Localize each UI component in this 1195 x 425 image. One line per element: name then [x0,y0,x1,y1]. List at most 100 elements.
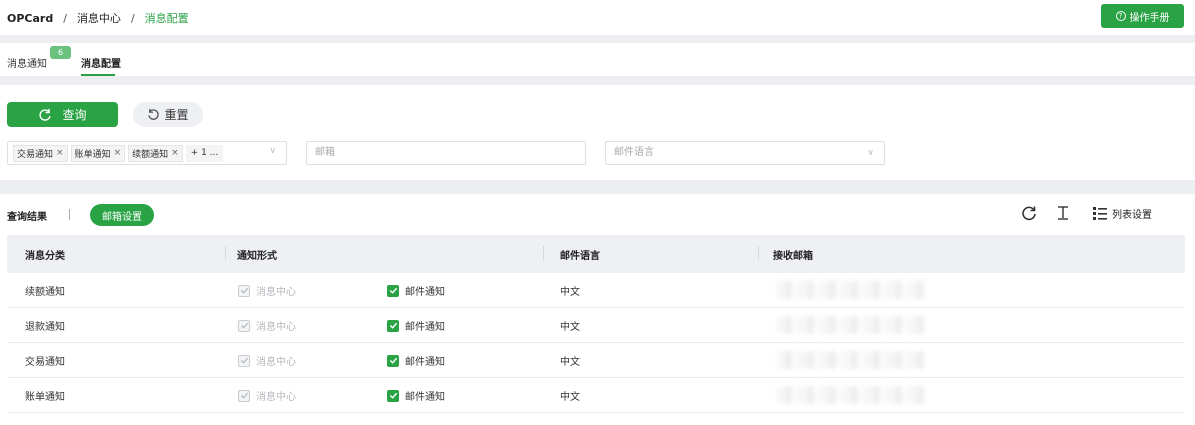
category-cell: 交易通知 [25,357,65,368]
category-tag: 续额通知 × [128,144,183,162]
breadcrumb: OPCard / 消息中心 / 消息配置 [7,10,189,26]
breadcrumb-message-center[interactable]: 消息中心 [77,10,121,26]
checkbox-label: 邮件通知 [405,322,445,333]
column-divider [758,246,759,260]
checkbox-label: 消息中心 [256,392,296,403]
checkbox-checked[interactable] [387,284,399,297]
row-height-icon[interactable] [1056,205,1070,221]
language-cell: 中文 [560,392,580,403]
result-title: 查询结果 [7,212,47,223]
query-button-label: 查询 [62,108,87,122]
checkbox-disabled [238,354,250,367]
table-row: 续额通知 消息中心 邮件通知 中文 [7,273,1185,308]
chevron-down-icon: ∨ [269,146,276,156]
config-table: 消息分类 通知形式 邮件语言 接收邮箱 续额通知 消息中心 邮件通知 中文 退款… [7,235,1185,413]
table-row: 交易通知 消息中心 邮件通知 中文 [7,343,1185,378]
tag-label: 续额通知 [132,149,169,160]
category-cell: 账单通知 [25,392,65,403]
checkbox-label: 邮件通知 [405,287,445,298]
reset-button[interactable]: 重置 [133,102,203,127]
category-multiselect[interactable]: 交易通知 × 账单通知 × 续额通知 × + 1 ... ∨ [7,141,287,165]
column-divider [543,246,544,260]
email-notify-checkbox[interactable]: 邮件通知 [387,318,445,333]
check-icon [389,392,397,399]
tab-bar: 消息通知 6 消息配置 [0,43,1195,76]
check-icon [240,357,248,364]
email-settings-button[interactable]: 邮箱设置 [90,204,154,226]
tab-message-config[interactable]: 消息配置 [81,55,121,70]
list-icon [1093,207,1107,220]
table-row: 退款通知 消息中心 邮件通知 中文 [7,308,1185,343]
language-cell: 中文 [560,322,580,333]
active-tab-indicator [81,74,115,76]
unread-count-badge: 6 [50,46,71,59]
column-settings-button[interactable]: 列表设置 [1092,206,1152,221]
redacted-email [777,351,927,369]
divider [69,209,70,220]
redacted-email [777,386,927,404]
category-cell: 续额通知 [25,287,65,298]
close-icon[interactable]: × [56,148,64,158]
category-tag: 交易通知 × [13,144,68,162]
check-icon [389,357,397,364]
column-header: 消息分类 [25,251,65,262]
breadcrumb-root[interactable]: OPCard [7,12,53,25]
tag-label: 交易通知 [17,149,54,160]
reset-icon [148,108,160,120]
checkbox-checked[interactable] [387,389,399,402]
language-cell: 中文 [560,357,580,368]
column-settings-label: 列表设置 [1112,210,1152,221]
checkbox-label: 消息中心 [256,287,296,298]
language-select[interactable]: 邮件语言 ∨ [605,141,885,165]
breadcrumb-separator: / [63,11,67,25]
query-button[interactable]: 查询 [7,102,118,127]
message-center-checkbox: 消息中心 [238,318,296,333]
check-icon [240,287,248,294]
manual-button-label: 操作手册 [1129,12,1170,24]
check-icon [240,392,248,399]
tab-message-notify[interactable]: 消息通知 [7,55,47,70]
checkbox-checked[interactable] [387,354,399,367]
column-divider [225,246,226,260]
category-tag: 账单通知 × [70,144,126,162]
table-header: 消息分类 通知形式 邮件语言 接收邮箱 [7,235,1185,273]
refresh-icon[interactable] [1021,205,1037,221]
message-center-checkbox: 消息中心 [238,353,296,368]
breadcrumb-current: 消息配置 [144,12,189,25]
redacted-email [777,316,927,334]
checkbox-disabled [238,284,250,297]
checkbox-disabled [238,389,250,402]
category-cell: 退款通知 [25,322,65,333]
check-icon [389,287,397,294]
message-center-checkbox: 消息中心 [238,283,296,298]
filter-panel: 查询 重置 交易通知 × 账单通知 × 续额通知 × + 1 ... ∨ 邮箱 邮件语… [0,85,1195,180]
message-center-checkbox: 消息中心 [238,388,296,403]
checkbox-label: 邮件通知 [405,357,445,368]
close-icon[interactable]: × [171,148,179,158]
more-tags-indicator[interactable]: + 1 ... [185,144,224,162]
top-header: OPCard / 消息中心 / 消息配置 ? 操作手册 [0,0,1195,35]
chevron-down-icon: ∨ [867,148,874,158]
manual-button[interactable]: ? 操作手册 [1101,4,1184,28]
checkbox-label: 消息中心 [256,322,296,333]
email-notify-checkbox[interactable]: 邮件通知 [387,353,445,368]
column-header: 通知形式 [237,251,277,262]
check-icon [389,322,397,329]
tag-label: 账单通知 [74,149,111,160]
checkbox-checked[interactable] [387,319,399,332]
email-input[interactable]: 邮箱 [306,141,586,165]
checkbox-disabled [238,319,250,332]
checkbox-label: 消息中心 [256,357,296,368]
email-notify-checkbox[interactable]: 邮件通知 [387,388,445,403]
reset-button-label: 重置 [164,108,189,122]
result-panel: 查询结果 邮箱设置 列表设置 消息分类 通知形式 邮件语言 接收邮箱 续额通知 … [0,194,1195,425]
column-header: 邮件语言 [560,251,600,262]
breadcrumb-separator: / [130,11,135,25]
email-notify-checkbox[interactable]: 邮件通知 [387,283,445,298]
redacted-email [777,281,927,299]
table-row: 账单通知 消息中心 邮件通知 中文 [7,378,1185,413]
close-icon[interactable]: × [114,148,122,158]
language-placeholder: 邮件语言 [614,147,654,158]
checkbox-label: 邮件通知 [405,392,445,403]
language-cell: 中文 [560,287,580,298]
